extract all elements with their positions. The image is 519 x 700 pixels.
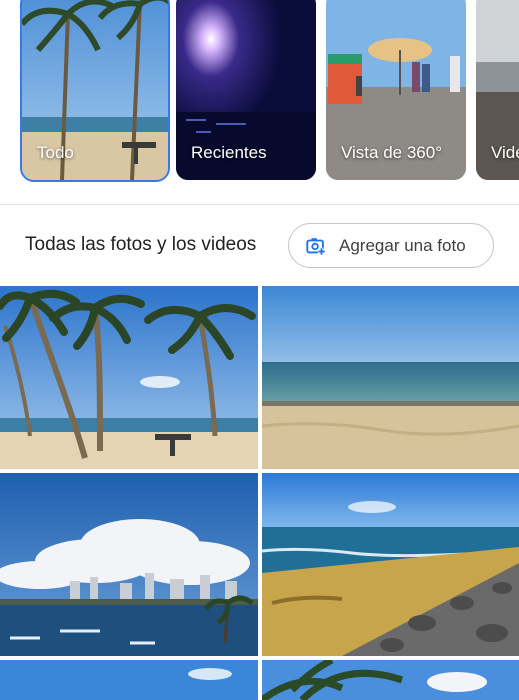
photo-rocky-shore-image	[262, 473, 519, 656]
photo-palm-trees-beach[interactable]	[0, 286, 258, 469]
category-card-todo[interactable]: Todo	[20, 0, 170, 182]
photo-sandy-beach[interactable]	[262, 286, 519, 469]
section-title: Todas las fotos y los videos	[25, 234, 257, 255]
photo-clouds-coastline[interactable]	[0, 473, 258, 656]
category-card-recientes[interactable]: Recientes	[176, 0, 316, 180]
add-photo-button[interactable]: Agregar una foto	[288, 223, 494, 268]
photo-sandy-beach-image	[262, 286, 519, 469]
photo-sky-partial-image	[0, 660, 258, 700]
section-divider	[0, 204, 519, 205]
category-carousel[interactable]: Todo Recientes Vista de 360° Vid	[0, 0, 519, 186]
photo-palm-partial[interactable]	[262, 660, 519, 700]
category-label-videos: Vide	[491, 143, 519, 162]
photo-clouds-coastline-image	[0, 473, 258, 656]
category-label-todo: Todo	[37, 143, 74, 162]
category-label-recientes: Recientes	[191, 143, 267, 162]
add-photo-label: Agregar una foto	[339, 235, 466, 255]
category-card-360[interactable]: Vista de 360°	[326, 0, 466, 180]
category-card-videos[interactable]: Vide	[476, 0, 519, 180]
photo-palm-partial-image	[262, 660, 519, 700]
photo-palm-trees-image	[0, 286, 258, 469]
photo-sky-partial[interactable]	[0, 660, 258, 700]
category-label-360: Vista de 360°	[341, 143, 443, 162]
photo-rocky-shore[interactable]	[262, 473, 519, 656]
add-photo-icon	[306, 237, 326, 255]
